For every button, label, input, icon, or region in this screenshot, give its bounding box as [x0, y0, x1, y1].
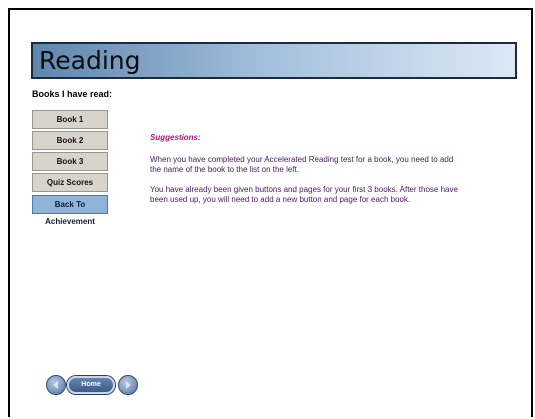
arrow-left-icon	[53, 381, 58, 389]
suggestions-paragraph-2: You have already been given buttons and …	[150, 185, 458, 204]
book-2-button[interactable]: Book 2	[32, 131, 108, 150]
home-button[interactable]: Home	[67, 376, 115, 394]
back-button[interactable]	[46, 375, 66, 395]
suggestions-paragraph-1: When you have completed your Accelerated…	[150, 155, 454, 174]
back-to-achievement-button[interactable]: Back To Achievement	[32, 195, 108, 226]
navigation-bar: Home	[46, 375, 142, 397]
page-title: Reading	[39, 46, 141, 75]
forward-button[interactable]	[118, 375, 138, 395]
suggestions-heading: Suggestions:	[150, 133, 201, 142]
arrow-right-icon	[126, 381, 131, 389]
book-1-button[interactable]: Book 1	[32, 110, 108, 129]
quiz-scores-button[interactable]: Quiz Scores	[32, 173, 108, 192]
page-header: Reading	[31, 42, 517, 79]
book-3-button[interactable]: Book 3	[32, 152, 108, 171]
books-read-label: Books I have read:	[32, 89, 113, 99]
